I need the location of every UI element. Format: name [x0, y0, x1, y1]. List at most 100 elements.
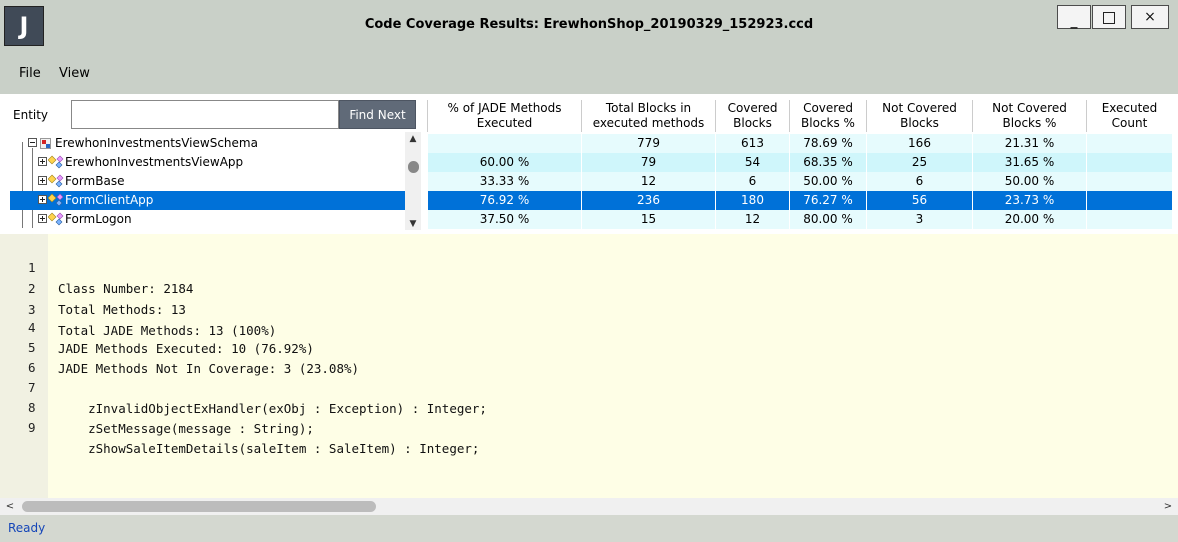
- cell-total-blocks: 236: [581, 191, 715, 210]
- expand-icon[interactable]: [38, 195, 47, 204]
- cell-not-covered-pct: 31.65 %: [972, 153, 1086, 172]
- minimize-button[interactable]: _: [1057, 5, 1091, 29]
- entity-label: Entity: [13, 108, 49, 122]
- maximize-button[interactable]: [1092, 5, 1126, 29]
- tree-node[interactable]: ErewhonInvestmentsViewApp: [10, 153, 406, 172]
- menu-view-label: View: [59, 66, 90, 81]
- code-line: 7 zInvalidObjectExHandler(exObj : Except…: [0, 356, 1170, 416]
- table-row[interactable]: 779 613 78.69 % 166 21.31 %: [427, 134, 1172, 153]
- cell-not-covered: 166: [866, 134, 972, 153]
- column-header-executed-count[interactable]: Executed Count: [1086, 100, 1172, 132]
- cell-pct-executed: [427, 134, 581, 153]
- cell-executed-count: [1086, 153, 1172, 172]
- tree-node-selected[interactable]: FormClientApp: [10, 191, 406, 210]
- class-icon: [48, 155, 64, 169]
- menu-file-label: File: [19, 66, 41, 81]
- cell-pct-executed: 76.92 %: [427, 191, 581, 210]
- cell-covered: 54: [715, 153, 789, 172]
- tree-node-label: ErewhonInvestmentsViewSchema: [55, 136, 258, 150]
- cell-not-covered-pct: 23.73 %: [972, 191, 1086, 210]
- code-line: 4 JADE Methods Executed: 10 (76.92%): [0, 296, 1170, 356]
- cell-covered: 180: [715, 191, 789, 210]
- column-header-covered-blocks[interactable]: Covered Blocks: [715, 100, 789, 132]
- close-button[interactable]: ×: [1131, 5, 1169, 29]
- cell-not-covered-pct: 21.31 %: [972, 134, 1086, 153]
- cell-pct-executed: 33.33 %: [427, 172, 581, 191]
- menu-view[interactable]: View: [59, 66, 90, 81]
- class-icon: [48, 212, 64, 226]
- tree-node-label: FormClientApp: [65, 193, 154, 207]
- menu-file[interactable]: File: [19, 66, 41, 81]
- code-line: 8 zSetMessage(message : String);: [0, 376, 1170, 436]
- cell-not-covered-pct: 20.00 %: [972, 210, 1086, 229]
- tree-node-label: ErewhonInvestmentsViewApp: [65, 155, 244, 169]
- collapse-icon[interactable]: [28, 138, 37, 147]
- cell-pct-executed: 37.50 %: [427, 210, 581, 229]
- tree-scrollbar[interactable]: [405, 132, 421, 230]
- table-row[interactable]: 33.33 % 12 6 50.00 % 6 50.00 %: [427, 172, 1172, 191]
- cell-covered: 12: [715, 210, 789, 229]
- cell-executed-count: [1086, 134, 1172, 153]
- title-bar: J Code Coverage Results: ErewhonShop_201…: [0, 0, 1178, 50]
- column-header-pct-jade-methods-executed[interactable]: % of JADE Methods Executed: [427, 100, 581, 132]
- tree-node[interactable]: FormBase: [10, 172, 406, 191]
- schema-icon: [40, 138, 51, 149]
- cell-not-covered: 25: [866, 153, 972, 172]
- scroll-down-icon[interactable]: ▼: [405, 217, 421, 231]
- table-row[interactable]: 37.50 % 15 12 80.00 % 3 20.00 %: [427, 210, 1172, 229]
- status-bar: [0, 515, 1178, 542]
- cell-covered: 6: [715, 172, 789, 191]
- minimize-icon: _: [1070, 13, 1078, 29]
- status-text: Ready: [8, 521, 46, 535]
- scroll-up-icon[interactable]: ▲: [405, 132, 421, 146]
- cell-not-covered: 56: [866, 191, 972, 210]
- expand-icon[interactable]: [38, 176, 47, 185]
- cell-covered-pct: 50.00 %: [789, 172, 866, 191]
- line-text: zShowSaleItemDetails(saleItem : SaleItem…: [58, 441, 480, 456]
- cell-covered: 613: [715, 134, 789, 153]
- window-title: Code Coverage Results: ErewhonShop_20190…: [364, 17, 814, 32]
- expand-icon[interactable]: [38, 157, 47, 166]
- scroll-right-icon[interactable]: >: [1162, 498, 1174, 515]
- code-line: 9 zShowSaleItemDetails(saleItem : SaleIt…: [0, 396, 1170, 456]
- cell-total-blocks: 15: [581, 210, 715, 229]
- table-row-selected[interactable]: 76.92 % 236 180 76.27 % 56 23.73 %: [427, 191, 1172, 210]
- column-header-covered-blocks-pct[interactable]: Covered Blocks %: [789, 100, 866, 132]
- cell-covered-pct: 80.00 %: [789, 210, 866, 229]
- line-text: zSetMessage(message : String);: [58, 421, 314, 436]
- entity-tree: ErewhonInvestmentsViewSchema ErewhonInve…: [10, 132, 427, 230]
- code-line: 1 Class Number: 2184: [0, 236, 1170, 296]
- scroll-left-icon[interactable]: <: [4, 498, 16, 515]
- code-line: 5 JADE Methods Not In Coverage: 3 (23.08…: [0, 316, 1170, 376]
- tree-node[interactable]: FormLogon: [10, 210, 406, 229]
- cell-pct-executed: 60.00 %: [427, 153, 581, 172]
- expand-icon[interactable]: [38, 214, 47, 223]
- tree-node-label: FormLogon: [65, 212, 132, 226]
- find-next-button[interactable]: Find Next: [339, 100, 416, 129]
- line-number: 9: [28, 420, 36, 435]
- entity-search-input[interactable]: [71, 100, 339, 129]
- table-row[interactable]: 60.00 % 79 54 68.35 % 25 31.65 %: [427, 153, 1172, 172]
- column-header-not-covered-blocks[interactable]: Not Covered Blocks: [866, 100, 972, 132]
- cell-total-blocks: 779: [581, 134, 715, 153]
- cell-covered-pct: 78.69 %: [789, 134, 866, 153]
- class-icon: [48, 193, 64, 207]
- code-line: 6: [0, 336, 1170, 375]
- cell-total-blocks: 12: [581, 172, 715, 191]
- cell-executed-count: [1086, 191, 1172, 210]
- cell-executed-count: [1086, 172, 1172, 191]
- cell-not-covered: 6: [866, 172, 972, 191]
- tree-scrollbar-thumb[interactable]: [408, 161, 419, 173]
- tree-node[interactable]: ErewhonInvestmentsViewSchema: [10, 134, 406, 153]
- cell-covered-pct: 68.35 %: [789, 153, 866, 172]
- coverage-window: J Code Coverage Results: ErewhonShop_201…: [0, 0, 1178, 542]
- menu-bar: File View: [0, 50, 1178, 94]
- cell-executed-count: [1086, 210, 1172, 229]
- tree-node-label: FormBase: [65, 174, 125, 188]
- class-icon: [48, 174, 64, 188]
- horizontal-scrollbar-thumb[interactable]: [22, 501, 376, 512]
- cell-not-covered-pct: 50.00 %: [972, 172, 1086, 191]
- column-header-not-covered-blocks-pct[interactable]: Not Covered Blocks %: [972, 100, 1086, 132]
- cell-covered-pct: 76.27 %: [789, 191, 866, 210]
- column-header-total-blocks[interactable]: Total Blocks in executed methods: [581, 100, 715, 132]
